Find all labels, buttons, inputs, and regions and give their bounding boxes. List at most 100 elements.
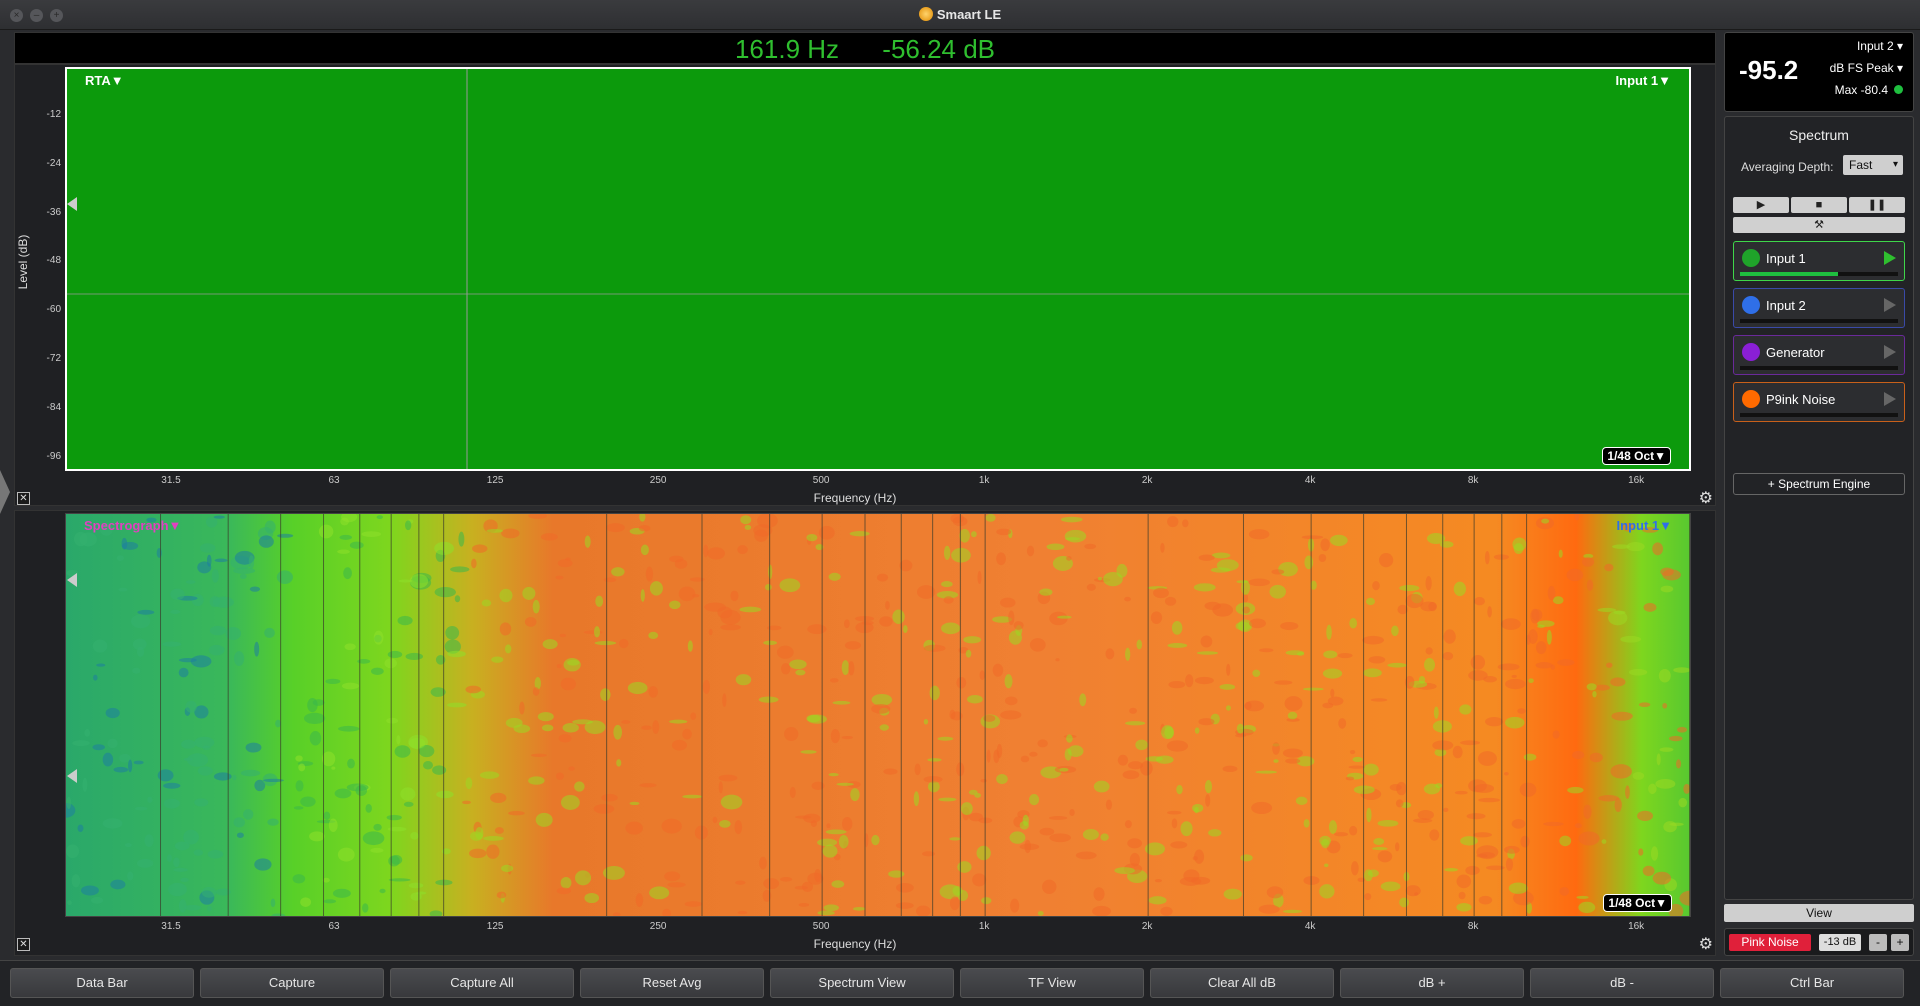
spectrograph-texture-patch	[1193, 583, 1216, 592]
generator-level[interactable]: -13 dB	[1819, 934, 1861, 951]
pink-noise-button[interactable]: Pink Noise	[1729, 934, 1811, 951]
spectrograph-texture-patch	[818, 525, 835, 540]
meter-source-selector[interactable]: Input 2 ▾	[1857, 39, 1903, 53]
spectrograph-texture-patch	[394, 745, 411, 758]
spectrograph-texture-patch	[318, 524, 334, 539]
meter-mode-selector[interactable]: dB FS Peak ▾	[1830, 61, 1903, 75]
spectrograph-texture-patch	[555, 772, 564, 780]
add-spectrum-engine-button[interactable]: + Spectrum Engine	[1733, 473, 1905, 495]
engine-item-p9ink-noise[interactable]: P9ink Noise	[1733, 382, 1905, 422]
spectrograph-texture-patch	[470, 831, 483, 841]
spectrograph-resolution-selector[interactable]: 1/48 Oct▼	[1603, 894, 1672, 912]
pause-button[interactable]: ❚❚	[1849, 197, 1905, 213]
tools-icon[interactable]: ⚒	[1733, 217, 1905, 233]
spectrograph-lower-marker[interactable]	[67, 769, 77, 783]
spectrograph-close-icon[interactable]: ✕	[17, 938, 30, 951]
spectrograph-texture-patch	[1589, 752, 1603, 763]
spectrograph-texture-patch	[896, 883, 914, 893]
toolbar-capturebutton[interactable]: Capture	[200, 968, 384, 998]
spectrograph-texture-patch	[323, 899, 337, 904]
spectrograph-texture-patch	[1368, 656, 1386, 664]
rta-settings-gear-icon[interactable]: ⚙	[1699, 488, 1713, 508]
spectrograph-texture-patch	[1046, 543, 1065, 551]
generator-level-down-button[interactable]: -	[1869, 934, 1887, 951]
spectrograph-texture-patch	[92, 744, 105, 751]
spectrograph-texture-patch	[193, 849, 203, 856]
spectrograph-texture-patch	[535, 812, 553, 827]
spectrograph-input-selector[interactable]: Input 1▼	[1617, 518, 1672, 533]
stop-button[interactable]: ■	[1791, 197, 1847, 213]
spectrograph-texture-patch	[344, 643, 356, 651]
spectrograph-texture-patch	[1160, 542, 1165, 553]
play-arrow-icon[interactable]	[1884, 345, 1896, 359]
spectrograph-texture-patch	[1505, 678, 1526, 690]
meter-max: Max -80.4	[1835, 83, 1903, 97]
toolbar-db-button[interactable]: dB +	[1340, 968, 1524, 998]
spectrograph-texture-patch	[798, 902, 810, 907]
spectrograph-texture-patch	[1170, 841, 1188, 849]
spectrograph-texture-patch	[91, 896, 104, 904]
rta-input-selector[interactable]: Input 1▼	[1616, 73, 1671, 88]
spectrograph-texture-patch	[396, 735, 401, 745]
spectrograph-texture-patch	[408, 882, 424, 889]
spectrograph-texture-patch	[963, 636, 982, 644]
spectrograph-texture-patch	[968, 789, 978, 795]
engine-item-input-1[interactable]: Input 1	[1733, 241, 1905, 281]
spectrograph-texture-patch	[555, 575, 564, 580]
spectrograph-texture-patch	[267, 818, 279, 826]
rta-plot[interactable]: RTA▼ Input 1▼ 1/48 Oct▼	[65, 67, 1691, 471]
toolbar-reset-avgbutton[interactable]: Reset Avg	[580, 968, 764, 998]
view-button[interactable]: View	[1724, 904, 1914, 922]
play-arrow-icon[interactable]	[1884, 298, 1896, 312]
spectrograph-texture-patch	[66, 796, 72, 810]
spectrograph-texture-patch	[1226, 663, 1231, 676]
spectrograph-texture-patch	[163, 798, 180, 809]
spectrograph-texture-patch	[362, 903, 369, 913]
toolbar-capture-allbutton[interactable]: Capture All	[390, 968, 574, 998]
play-arrow-icon[interactable]	[1884, 392, 1896, 406]
spectrograph-texture-patch	[275, 719, 281, 728]
spectrograph-mode-selector[interactable]: Spectrograph▼	[84, 518, 181, 533]
spectrograph-texture-patch	[1319, 884, 1335, 899]
rta-resolution-selector[interactable]: 1/48 Oct▼	[1602, 447, 1671, 465]
spectrograph-texture-patch	[1323, 650, 1338, 659]
spectrograph-texture-patch	[542, 639, 558, 650]
spectrograph-texture-patch	[1460, 836, 1478, 846]
spectrograph-texture-patch	[979, 670, 985, 680]
spectrograph-texture-patch	[1465, 865, 1480, 875]
spectrograph-texture-patch	[682, 794, 703, 799]
spectrograph-texture-patch	[985, 514, 996, 522]
side-panel-toggle[interactable]	[0, 470, 10, 514]
toolbar-spectrum-viewbutton[interactable]: Spectrum View	[770, 968, 954, 998]
spectrograph-texture-patch	[197, 766, 213, 776]
spectrograph-texture-patch	[1424, 658, 1435, 672]
spectrograph-texture-patch	[1140, 761, 1153, 776]
toolbar-ctrl-barbutton[interactable]: Ctrl Bar	[1720, 968, 1904, 998]
spectrograph-texture-patch	[814, 868, 822, 883]
spectrograph-texture-patch	[734, 820, 743, 835]
spectrograph-upper-marker[interactable]	[67, 573, 77, 587]
rta-close-icon[interactable]: ✕	[17, 492, 30, 505]
toolbar-db-button[interactable]: dB -	[1530, 968, 1714, 998]
generator-level-up-button[interactable]: +	[1891, 934, 1909, 951]
spectrograph-texture-patch	[966, 694, 983, 704]
rta-input1-trace	[67, 69, 1689, 469]
spectrograph-texture-patch	[1302, 687, 1324, 691]
averaging-depth-select[interactable]: Fast ▾	[1843, 155, 1903, 175]
toolbar-clear-all-dbbutton[interactable]: Clear All dB	[1150, 968, 1334, 998]
engine-item-input-2[interactable]: Input 2	[1733, 288, 1905, 328]
spectrograph-plot[interactable]: Spectrograph▼ Input 1▼ 1/48 Oct▼	[65, 513, 1691, 917]
engine-item-generator[interactable]: Generator	[1733, 335, 1905, 375]
play-arrow-icon[interactable]	[1884, 251, 1896, 265]
spectrograph-texture-patch	[826, 823, 831, 829]
rta-mode-selector[interactable]: RTA▼	[85, 73, 124, 88]
play-button[interactable]: ▶	[1733, 197, 1789, 213]
spectrograph-texture-patch	[1520, 835, 1530, 848]
toolbar-tf-viewbutton[interactable]: TF View	[960, 968, 1144, 998]
spectrograph-settings-gear-icon[interactable]: ⚙	[1699, 934, 1713, 954]
rta-threshold-marker[interactable]	[67, 197, 77, 211]
spectrograph-texture-patch	[450, 566, 470, 573]
spectrograph-texture-patch	[850, 788, 860, 802]
spectrograph-texture-patch	[107, 738, 118, 749]
toolbar-data-barbutton[interactable]: Data Bar	[10, 968, 194, 998]
